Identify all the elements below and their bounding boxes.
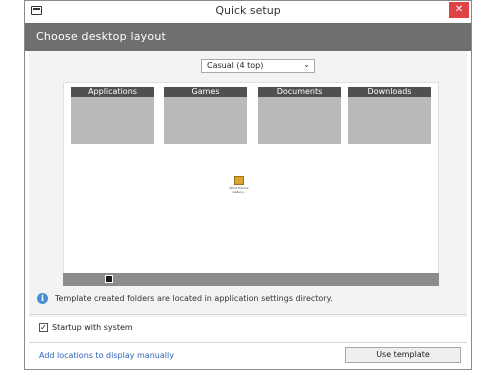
section-header: Choose desktop layout [25, 23, 471, 51]
desktop-file-caption: Word Picture Gallery... [229, 186, 249, 194]
content-area: Casual (4 top) ⌄ Applications Games Docu… [29, 51, 467, 317]
preview-taskbar [63, 273, 439, 286]
add-locations-link[interactable]: Add locations to display manually [39, 351, 174, 360]
title-bar[interactable]: Quick setup ✕ [25, 1, 471, 24]
startup-label: Startup with system [52, 323, 133, 332]
folder-panel-label: Downloads [348, 87, 431, 97]
desktop-preview: Applications Games Documents Downloads W… [63, 82, 439, 286]
folder-panel-label: Applications [71, 87, 154, 97]
close-button[interactable]: ✕ [449, 2, 469, 18]
taskbar-app-icon [105, 275, 113, 283]
folder-panel-downloads: Downloads [348, 87, 431, 144]
folder-panel-games: Games [164, 87, 247, 144]
chevron-down-icon: ⌄ [303, 60, 310, 69]
layout-dropdown-value: Casual (4 top) [207, 61, 264, 70]
divider [29, 314, 467, 315]
footer-divider [29, 342, 467, 343]
use-template-button[interactable]: Use template [345, 347, 461, 363]
section-title: Choose desktop layout [36, 30, 167, 43]
startup-checkbox[interactable]: ✓ [39, 323, 48, 332]
info-icon: i [37, 293, 48, 304]
folder-icon [234, 176, 244, 185]
layout-dropdown[interactable]: Casual (4 top) ⌄ [201, 59, 315, 73]
info-text: Template created folders are located in … [55, 294, 333, 303]
window-title: Quick setup [215, 4, 281, 17]
quick-setup-window: Quick setup ✕ Choose desktop layout Casu… [24, 0, 472, 370]
folder-panel-applications: Applications [71, 87, 154, 144]
folder-panel-label: Documents [258, 87, 341, 97]
folder-panel-documents: Documents [258, 87, 341, 144]
folder-panel-label: Games [164, 87, 247, 97]
desktop-file-icon: Word Picture Gallery... [229, 176, 249, 194]
